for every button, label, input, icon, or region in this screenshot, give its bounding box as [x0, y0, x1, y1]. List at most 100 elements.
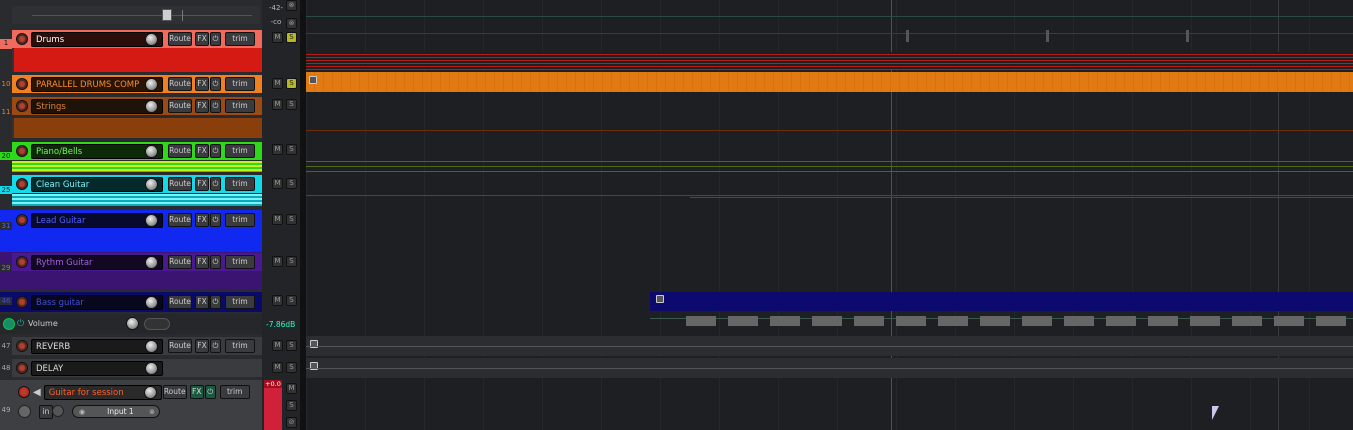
fx-bypass-icon[interactable]: ⏻ — [210, 99, 221, 113]
volume-knob[interactable] — [145, 295, 158, 309]
route-button[interactable]: Route — [162, 385, 187, 399]
route-button[interactable]: Route — [168, 255, 192, 269]
track-name[interactable]: Rythm Guitar — [31, 254, 163, 270]
record-arm-button[interactable] — [16, 178, 28, 190]
track-drums[interactable]: 1 Drums Route FX ⏻ trim — [0, 28, 262, 72]
fx-bypass-icon[interactable]: ⏻ — [210, 144, 221, 158]
top-mute-button[interactable]: ⊗ — [286, 0, 297, 11]
route-button[interactable]: Route — [168, 32, 192, 46]
volume-knob[interactable] — [143, 385, 157, 399]
volume-envelope-lane[interactable]: ⏻ Volume — [0, 314, 262, 334]
volume-knob[interactable] — [145, 255, 158, 269]
record-arm-button[interactable] — [18, 386, 30, 398]
guitar-mute-button[interactable]: M — [286, 383, 297, 394]
track-rythm-guitar[interactable]: 29 Rythm Guitar Route FX ⏻ trim — [0, 252, 262, 290]
route-button[interactable]: Route — [168, 99, 192, 113]
volume-knob[interactable] — [145, 32, 158, 46]
automation-trim-button[interactable]: trim — [225, 295, 255, 309]
track-name[interactable]: Piano/Bells — [31, 143, 163, 159]
route-button[interactable]: Route — [168, 77, 192, 91]
delay-solo-button[interactable]: S — [286, 362, 297, 373]
record-arm-button[interactable] — [16, 214, 28, 226]
track-name[interactable]: Lead Guitar — [31, 212, 163, 228]
record-arm-button[interactable] — [16, 362, 28, 374]
volume-knob[interactable] — [145, 213, 158, 227]
bass-mute-button[interactable]: M — [272, 295, 283, 306]
delay-item[interactable] — [306, 358, 1353, 378]
record-arm-button[interactable] — [16, 100, 28, 112]
track-name[interactable]: REVERB — [31, 338, 163, 354]
input-select[interactable]: ◉ Input 1 ⊗ — [72, 405, 160, 418]
parallel-drums-item[interactable] — [306, 72, 1353, 92]
fx-bypass-icon[interactable]: ⏻ — [210, 339, 221, 353]
track-delay[interactable]: 48 DELAY — [0, 358, 262, 378]
fx-bypass-icon[interactable]: ⏻ — [204, 385, 216, 399]
fx-bypass-icon[interactable]: ⏻ — [210, 177, 221, 191]
route-button[interactable]: Route — [168, 295, 192, 309]
strings-mute-button[interactable]: M — [272, 99, 283, 110]
fx-button[interactable]: FX — [195, 339, 209, 353]
route-button[interactable]: Route — [168, 144, 192, 158]
track-reverb[interactable]: 47 REVERB Route FX ⏻ trim — [0, 336, 262, 356]
envelope-knob[interactable] — [126, 317, 139, 330]
guitar-solo-button[interactable]: S — [286, 400, 297, 411]
fx-bypass-icon[interactable]: ⏻ — [210, 32, 221, 46]
volume-knob[interactable] — [145, 99, 158, 113]
record-arm-button[interactable] — [16, 296, 28, 308]
envelope-bypass-icon[interactable]: ⏻ — [17, 319, 24, 329]
clean-solo-button[interactable]: S — [286, 178, 297, 189]
fx-button[interactable]: FX — [189, 385, 204, 399]
record-arm-button[interactable] — [16, 78, 28, 90]
record-arm-button[interactable] — [16, 340, 28, 352]
automation-trim-button[interactable]: trim — [225, 144, 255, 158]
volume-knob[interactable] — [145, 361, 158, 375]
track-lead-guitar[interactable]: 31 Lead Guitar Route FX ⏻ trim — [0, 210, 262, 252]
route-button[interactable]: Route — [168, 213, 192, 227]
piano-solo-button[interactable]: S — [286, 144, 297, 155]
volume-knob[interactable] — [145, 339, 158, 353]
track-name[interactable]: Drums — [31, 31, 163, 47]
top-solo-button[interactable]: ⊗ — [286, 18, 297, 29]
track-bass-guitar[interactable]: 46 Bass guitar Route FX ⏻ trim — [0, 292, 262, 312]
arrange-view[interactable] — [306, 0, 1353, 430]
bass-guitar-item[interactable] — [650, 292, 1353, 311]
input-monitor-button[interactable]: in — [39, 405, 53, 419]
track-name[interactable]: Strings — [31, 98, 163, 114]
volume-knob[interactable] — [145, 77, 158, 91]
automation-trim-button[interactable]: trim — [225, 99, 255, 113]
fx-button[interactable]: FX — [195, 99, 209, 113]
fx-bypass-icon[interactable]: ⏻ — [210, 295, 221, 309]
automation-trim-button[interactable]: trim — [225, 177, 255, 191]
track-name[interactable]: Clean Guitar — [31, 176, 163, 192]
automation-trim-button[interactable]: trim — [225, 32, 255, 46]
track-clean-guitar[interactable]: 25 Clean Guitar Route FX ⏻ trim — [0, 174, 262, 208]
record-arm-button[interactable] — [16, 256, 28, 268]
fx-bypass-icon[interactable]: ⏻ — [210, 255, 221, 269]
drums-mute-button[interactable]: M — [272, 32, 283, 43]
automation-trim-button[interactable]: trim — [219, 385, 250, 399]
bass-solo-button[interactable]: S — [286, 295, 297, 306]
horizontal-zoom-bar[interactable] — [12, 6, 260, 24]
track-guitar-for-session[interactable]: 49 ◀ Guitar for session Route FX ⏻ trim … — [0, 380, 262, 430]
speaker-icon[interactable]: ◀ — [33, 387, 41, 398]
automation-trim-button[interactable]: trim — [225, 77, 255, 91]
track-piano-bells[interactable]: 20 Piano/Bells Route FX ⏻ trim — [0, 141, 262, 173]
fx-bypass-icon[interactable]: ⏻ — [210, 77, 221, 91]
input-mode-icon[interactable] — [52, 405, 64, 417]
lead-solo-button[interactable]: S — [286, 214, 297, 225]
strings-solo-button[interactable]: S — [286, 99, 297, 110]
parallel-mute-button[interactable]: M — [272, 78, 283, 89]
envelope-mode-icon[interactable] — [144, 318, 170, 330]
track-name[interactable]: DELAY — [31, 360, 163, 376]
fx-button[interactable]: FX — [195, 255, 209, 269]
piano-mute-button[interactable]: M — [272, 144, 283, 155]
route-button[interactable]: Route — [168, 177, 192, 191]
fx-button[interactable]: FX — [195, 144, 209, 158]
reverb-mute-button[interactable]: M — [272, 340, 283, 351]
rythm-mute-button[interactable]: M — [272, 256, 283, 267]
automation-trim-button[interactable]: trim — [225, 339, 255, 353]
guitar-phase-button[interactable]: ⊘ — [286, 417, 297, 428]
volume-knob[interactable] — [145, 144, 158, 158]
lock-icon[interactable] — [309, 76, 317, 84]
record-arm-button[interactable] — [16, 33, 28, 45]
